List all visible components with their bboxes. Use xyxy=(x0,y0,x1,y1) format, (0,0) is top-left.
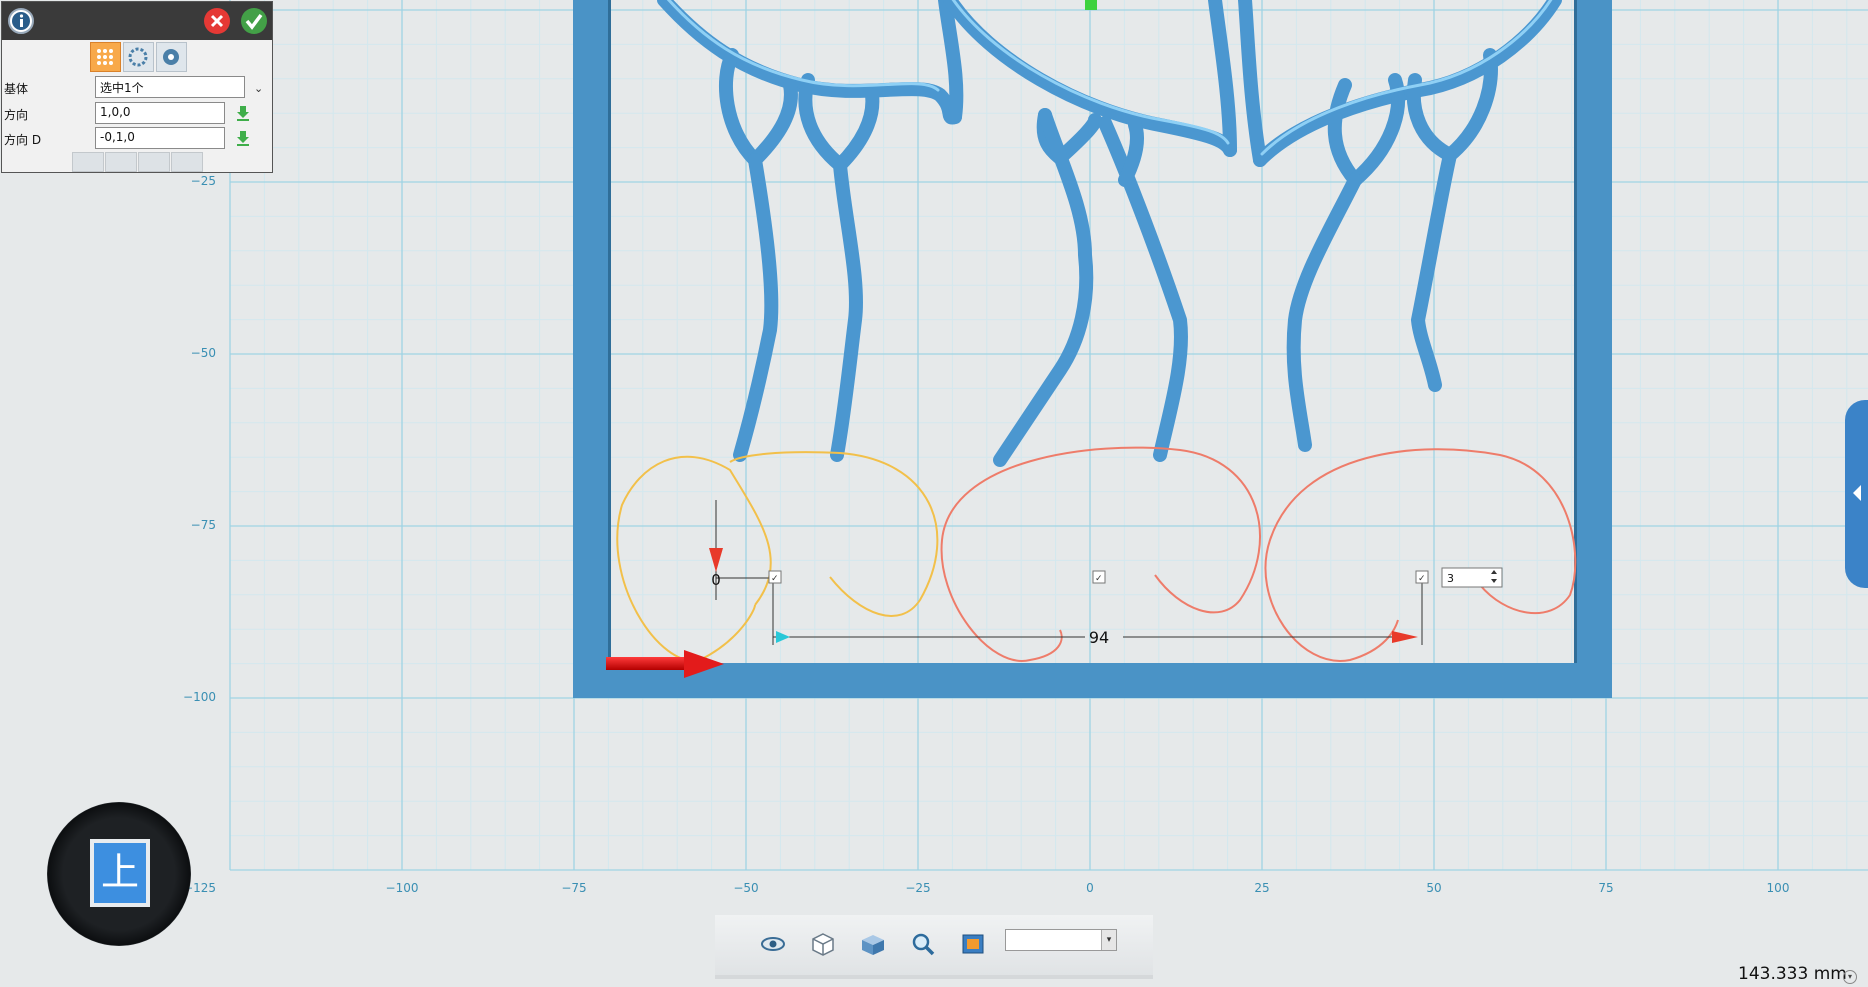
x-tick-label: 50 xyxy=(1426,881,1441,895)
circular-array-icon[interactable] xyxy=(123,42,154,72)
instance-checkboxes[interactable]: ✓ ✓ ✓ xyxy=(768,570,1429,584)
base-label: 基体 xyxy=(4,82,29,96)
array-properties-panel: 基体 选中1个 ⌄ 方向 1,0,0 方向 D -0,1,0 xyxy=(1,1,273,173)
dimension-start-arrow[interactable] xyxy=(776,631,790,643)
svg-text:3: 3 xyxy=(1447,572,1454,585)
measurement-unit-dropdown[interactable]: ▾ xyxy=(1843,970,1857,984)
direction-label: 方向 xyxy=(4,108,29,122)
chevron-down-icon[interactable]: ⌄ xyxy=(254,82,263,95)
y-tick-label: −75 xyxy=(191,518,216,532)
x-tick-label: 0 xyxy=(1086,881,1094,895)
direction-d-row: 方向 D -0,1,0 xyxy=(2,127,274,151)
direction-d-label: 方向 D xyxy=(4,133,42,147)
direction-field[interactable]: 1,0,0 xyxy=(95,102,225,124)
x-axis-labels: −100 −75 −50 −25 0 25 50 75 100 xyxy=(386,881,1790,895)
sub-toolbar xyxy=(72,152,204,172)
base-field[interactable]: 选中1个 xyxy=(95,76,245,98)
count-spinner[interactable]: 3 xyxy=(1441,567,1503,588)
x-tick-label: −50 xyxy=(733,881,758,895)
curve-array-icon[interactable] xyxy=(156,42,187,72)
model-viewport[interactable]: −100 −75 −50 −25 0 25 50 75 100 −25 −50 … xyxy=(0,0,1868,987)
pick-direction-icon[interactable] xyxy=(236,105,250,121)
close-icon[interactable] xyxy=(204,8,230,34)
wire-cube-icon[interactable] xyxy=(808,929,838,959)
y-tick-label: −25 xyxy=(191,174,216,188)
distance-label[interactable]: 94 xyxy=(1089,628,1109,647)
view-cube[interactable]: 上 xyxy=(47,802,191,946)
diamond-split-icon[interactable] xyxy=(171,152,203,172)
base-row: 基体 选中1个 ⌄ xyxy=(2,76,274,100)
pick-direction-d-icon[interactable] xyxy=(236,130,250,146)
axis-marker xyxy=(1085,0,1097,10)
x-tick-label: 100 xyxy=(1767,881,1790,895)
check-mark: ✓ xyxy=(1095,574,1103,584)
zoom-icon[interactable] xyxy=(908,929,938,959)
direction-d-field[interactable]: -0,1,0 xyxy=(95,127,225,149)
chevron-down-icon[interactable]: ▾ xyxy=(1101,930,1116,950)
diamond-icon[interactable] xyxy=(138,152,170,172)
eye-icon[interactable] xyxy=(758,929,788,959)
confirm-icon[interactable] xyxy=(241,8,267,34)
array-mode-bar xyxy=(90,42,189,72)
side-panel-toggle[interactable] xyxy=(1845,400,1868,588)
origin-label: 0 xyxy=(711,571,721,589)
measurement-readout: 143.333 mm xyxy=(1738,964,1847,984)
linear-array-icon[interactable] xyxy=(90,42,121,72)
x-tick-label: −100 xyxy=(386,881,419,895)
direction-row: 方向 1,0,0 xyxy=(2,102,274,126)
x-tick-label: −25 xyxy=(905,881,930,895)
chevron-left-icon xyxy=(1853,485,1861,501)
view-mode-select[interactable]: ▾ xyxy=(1005,929,1117,951)
view-toolbar: ▾ xyxy=(715,915,1153,979)
y-tick-label: −100 xyxy=(183,690,216,704)
x-tick-label: 25 xyxy=(1254,881,1269,895)
view-cube-top-face[interactable]: 上 xyxy=(90,839,150,907)
mirror-icon[interactable] xyxy=(105,152,137,172)
x-tick-label: −75 xyxy=(561,881,586,895)
check-mark: ✓ xyxy=(1418,574,1426,584)
check-mark: ✓ xyxy=(771,574,779,584)
x-tick-label: 75 xyxy=(1598,881,1613,895)
y-axis-labels: −25 −50 −75 −100 −125 xyxy=(183,174,216,895)
panel-header xyxy=(2,2,272,40)
render-icon[interactable] xyxy=(958,929,988,959)
dimension-lines xyxy=(715,500,1423,645)
info-icon[interactable] xyxy=(8,8,34,34)
tube-sculpture[interactable] xyxy=(657,0,1562,467)
stack-icon[interactable] xyxy=(72,152,104,172)
y-tick-label: −50 xyxy=(191,346,216,360)
dimension-end-arrow[interactable] xyxy=(1392,631,1418,643)
solid-cube-icon[interactable] xyxy=(858,929,888,959)
